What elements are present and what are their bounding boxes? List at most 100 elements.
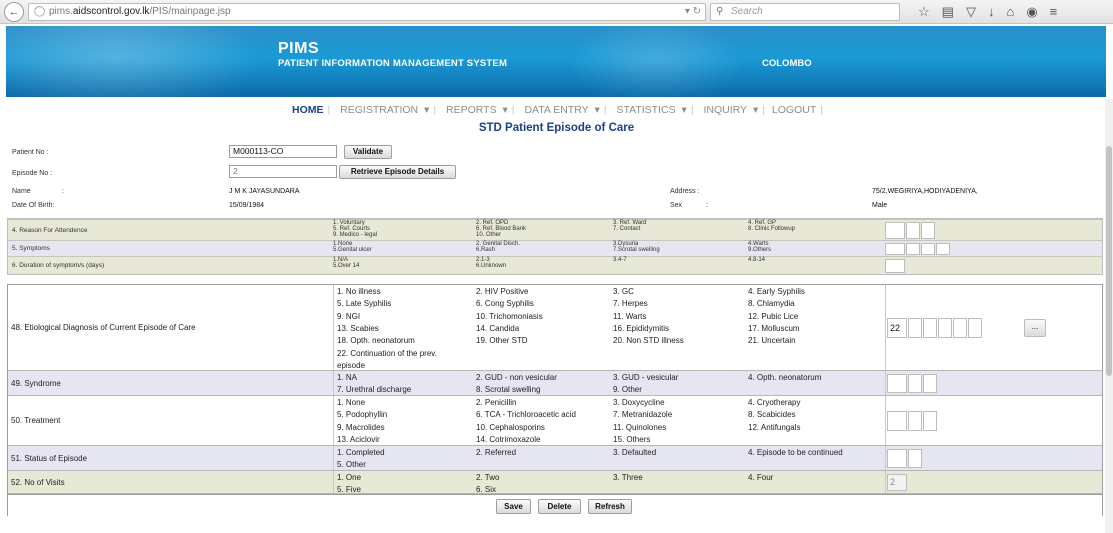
reload-icon[interactable]: ▾ ↻ [685, 4, 701, 20]
page-title: STD Patient Episode of Care [478, 122, 635, 134]
code-input[interactable] [885, 243, 905, 255]
code-input[interactable] [885, 259, 905, 273]
header-banner [6, 26, 1106, 97]
sec2-option: 3. GC [613, 287, 634, 296]
menu-icon[interactable]: ≡ [1050, 3, 1058, 21]
validate-button[interactable]: Validate [344, 145, 392, 159]
dob-label: Date Of Birth: [12, 202, 55, 209]
address-bar[interactable]: ◯ pims.aidscontrol.gov.lk/PIS/mainpage.j… [28, 3, 706, 21]
main-nav: HOME | REGISTRATION ▾ | REPORTS ▾ | DATA EN… [0, 101, 1113, 119]
sec2-row-label: 48. Etiological Diagnosis of Current Epi… [11, 323, 196, 332]
sec2-option: 1. One [337, 473, 362, 482]
sec1-row-label: 5. Symptoms [12, 245, 50, 252]
sec2-option: 7. Metranidazole [613, 410, 673, 420]
sec1-row: 5. Symptoms 1.None 2. Genital Disch. 3.Dysu… [8, 240, 1102, 256]
sec2-option: 1. Completed [337, 448, 385, 457]
delete-button[interactable]: Delete [538, 499, 581, 514]
sec1-option: 4.8-14 [748, 257, 766, 263]
home-icon[interactable]: ⌂ [1006, 3, 1014, 21]
nav-logout[interactable]: LOGOUT [769, 104, 819, 116]
code-input[interactable] [953, 318, 967, 338]
sec2-option: 22. Continuation of the prev. [337, 348, 437, 358]
sec1-code-inputs [885, 243, 951, 255]
code-input[interactable] [938, 318, 952, 338]
sec2-option: 1. No illness [337, 287, 381, 296]
name-label: Name [12, 188, 31, 195]
chat-icon[interactable]: ◉ [1026, 3, 1037, 21]
code-input[interactable] [921, 243, 935, 255]
app-subtitle: PATIENT INFORMATION MANAGEMENT SYSTEM [278, 58, 508, 69]
search-placeholder: Search [731, 6, 763, 17]
code-input[interactable] [923, 411, 937, 431]
sec2-option: 10. Cephalosporins [476, 422, 545, 432]
code-input[interactable] [887, 411, 907, 431]
sec2-option: 9. NGI [337, 311, 361, 321]
nav-inquiry[interactable]: INQUIRY ▾ [697, 104, 761, 116]
sec2-row-label: 52. No of Visits [11, 477, 65, 487]
sec1-code-inputs [885, 222, 936, 239]
sec1-row: 6. Duration of symptom/s (days) 1.N/A 2.1-… [8, 256, 1102, 274]
download-icon[interactable]: ↓ [988, 3, 995, 21]
code-input[interactable] [908, 374, 922, 393]
sec2-option: 1. None [337, 398, 366, 407]
bookmark-star-icon[interactable]: ☆ [918, 3, 930, 21]
code-input[interactable] [968, 318, 982, 338]
sec2-option: 5. Late Syphilis [337, 299, 392, 309]
sec1-row: 4. Reason For Attendence 1. Voluntary 2. R… [8, 219, 1102, 240]
sec2-option: 3. Doxycycline [613, 398, 665, 407]
sec2-option: 14. Candida [476, 323, 520, 333]
sec2-option: 9. Macrolides [337, 422, 385, 432]
nav-registration[interactable]: REGISTRATION ▾ [334, 104, 432, 116]
nav-reports[interactable]: REPORTS ▾ [440, 104, 511, 116]
code-input[interactable] [906, 243, 920, 255]
pocket-icon[interactable]: ▽ [966, 3, 976, 21]
code-input[interactable]: 22 [887, 318, 907, 338]
code-input[interactable] [908, 411, 922, 431]
code-input[interactable] [885, 222, 905, 239]
clipboard-icon[interactable]: ▤ [942, 3, 954, 21]
sec1-row-label: 4. Reason For Attendence [12, 226, 88, 234]
sec2-code-inputs: 2 [887, 474, 908, 491]
code-input[interactable] [923, 374, 937, 393]
code-input[interactable] [908, 449, 922, 468]
nav-statistics[interactable]: STATISTICS ▾ [610, 104, 689, 116]
sex-colon: : [706, 202, 708, 209]
episode-no-input[interactable]: 2 [229, 165, 337, 178]
sec2-option: 20. Non STD illness [613, 336, 684, 346]
code-input[interactable]: 2 [887, 474, 907, 491]
sec2-option: 12. Antifungals [748, 422, 801, 432]
code-input[interactable] [921, 222, 935, 239]
sec2-option: 4. Four [748, 473, 774, 482]
patient-no-input[interactable]: M000113-CO [229, 145, 337, 158]
more-options-button[interactable]: ... [1024, 319, 1046, 337]
search-input[interactable]: ⚲ Search [710, 3, 900, 21]
code-input[interactable] [923, 318, 937, 338]
sec2-option: 18. Opth. neonatorum [337, 336, 415, 346]
retrieve-episode-button[interactable]: Retrieve Episode Details [339, 165, 456, 179]
scrollbar-thumb[interactable] [1106, 146, 1112, 376]
code-input[interactable] [908, 318, 922, 338]
code-input[interactable] [887, 374, 907, 393]
sec2-option: 13. Aciclovir [337, 434, 380, 444]
app-logo: PIMS [278, 40, 320, 57]
sec2-option: 15. Others [613, 434, 651, 444]
address-value: 75/2,WEGIRIYA,HODIYADENIYA, [872, 188, 978, 195]
code-input[interactable] [887, 449, 907, 468]
nav-home[interactable]: HOME [289, 104, 327, 116]
sex-label: Sex [670, 202, 683, 209]
code-input[interactable] [906, 222, 920, 239]
sec2-option: 9. Other [613, 385, 642, 395]
sec2-code-inputs [887, 449, 923, 468]
save-button[interactable]: Save [496, 499, 531, 514]
sec2-option: 4. Cryotherapy [748, 398, 801, 407]
sec2-code-inputs [887, 411, 938, 431]
nav-data-entry[interactable]: DATA ENTRY ▾ [518, 104, 602, 116]
sec2-option: 11. Warts [613, 311, 647, 321]
url-domain: aidscontrol.gov.lk [72, 6, 150, 17]
sec2-option: 2. HIV Positive [476, 287, 529, 296]
refresh-button[interactable]: Refresh [588, 499, 632, 514]
sec2-option: 13. Scabies [337, 323, 379, 333]
back-arrow-icon[interactable]: ← [4, 2, 24, 22]
code-input[interactable] [936, 243, 950, 255]
sec2-option: 17. Molluscum [748, 323, 800, 333]
